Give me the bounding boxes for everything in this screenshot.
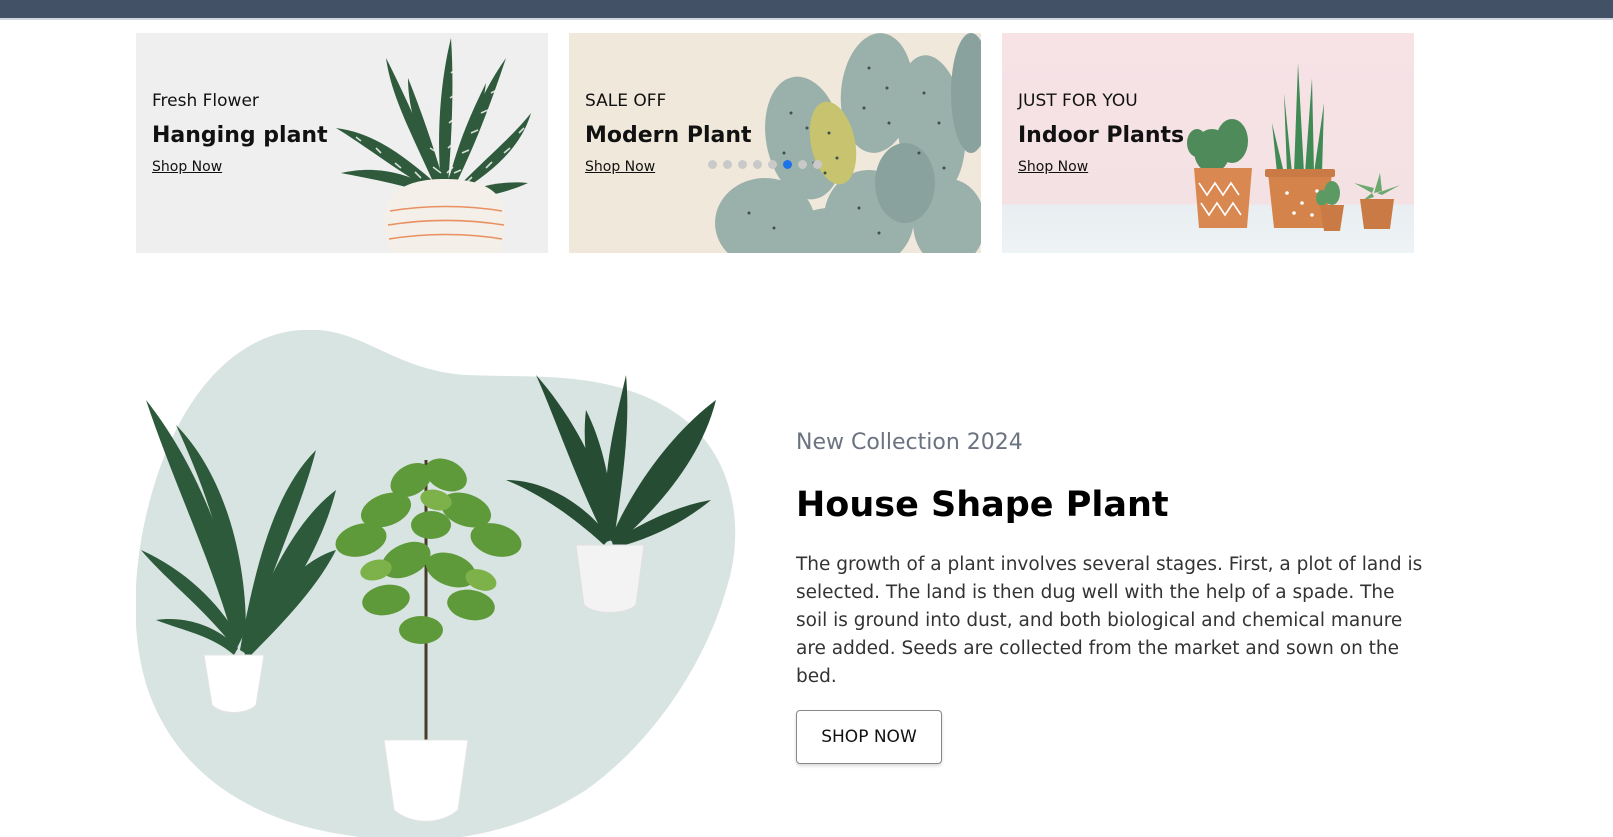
carousel-dot[interactable] xyxy=(768,160,777,169)
banner-title: Modern Plant xyxy=(585,123,752,148)
hero-kicker: New Collection 2024 xyxy=(796,430,1023,455)
shop-now-link[interactable]: Shop Now xyxy=(585,159,655,175)
carousel-dot[interactable] xyxy=(708,160,717,169)
carousel-dot[interactable] xyxy=(738,160,747,169)
banner-kicker: JUST FOR YOU xyxy=(1018,91,1138,111)
carousel-indicators xyxy=(708,160,822,169)
carousel-dot[interactable] xyxy=(783,160,792,169)
house-plants-image xyxy=(136,330,736,837)
hero-section: New Collection 2024 House Shape Plant Th… xyxy=(796,430,1426,764)
carousel-dot[interactable] xyxy=(798,160,807,169)
banner-title: Hanging plant xyxy=(152,123,328,148)
banner-title: Indoor Plants xyxy=(1018,123,1185,148)
shop-now-link[interactable]: Shop Now xyxy=(152,159,222,175)
hero-title: House Shape Plant xyxy=(796,485,1169,525)
carousel-dot[interactable] xyxy=(813,160,822,169)
banner-modern-plant[interactable]: SALE OFF Modern Plant Shop Now xyxy=(569,33,981,253)
banner-hanging-plant[interactable]: Fresh Flower Hanging plant Shop Now xyxy=(136,33,548,253)
banner-kicker: SALE OFF xyxy=(585,91,667,111)
banner-indoor-plants[interactable]: JUST FOR YOU Indoor Plants Shop Now xyxy=(1002,33,1414,253)
shop-now-link[interactable]: Shop Now xyxy=(1018,159,1088,175)
carousel-dot[interactable] xyxy=(753,160,762,169)
carousel-dot[interactable] xyxy=(723,160,732,169)
top-navigation-bar xyxy=(0,0,1613,20)
shop-now-button[interactable]: SHOP NOW xyxy=(796,710,942,764)
banner-kicker: Fresh Flower xyxy=(152,91,259,111)
hero-description: The growth of a plant involves several s… xyxy=(796,554,1423,687)
